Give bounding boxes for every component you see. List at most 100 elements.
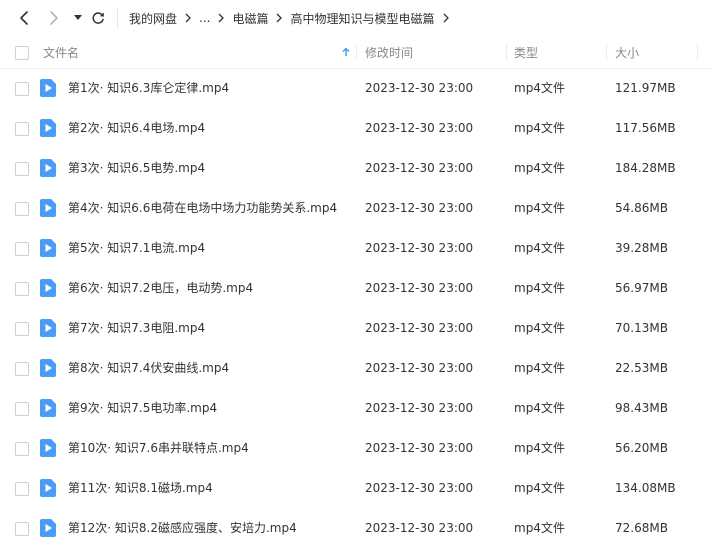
header-type[interactable]: 类型 (514, 36, 538, 68)
modified-time: 2023-12-30 23:00 (365, 481, 474, 495)
breadcrumb-separator-icon (185, 13, 191, 23)
file-size: 121.97MB (615, 81, 676, 95)
file-size: 22.53MB (615, 361, 668, 375)
file-type: mp4文件 (514, 521, 565, 535)
modified-time: 2023-12-30 23:00 (365, 121, 474, 135)
file-size: 56.20MB (615, 441, 668, 455)
row-checkbox[interactable] (15, 442, 29, 456)
video-file-icon (40, 319, 56, 337)
video-file-icon (40, 519, 56, 537)
file-size: 39.28MB (615, 241, 668, 255)
file-name[interactable]: 第10次· 知识7.6串并联特点.mp4 (68, 428, 249, 468)
file-size: 117.56MB (615, 121, 676, 135)
table-row[interactable]: 第11次· 知识8.1磁场.mp4 2023-12-30 23:00 mp4文件 13… (0, 468, 712, 508)
breadcrumb-current[interactable]: 高中物理知识与模型电磁篇 (290, 10, 434, 27)
caret-down-icon (74, 15, 82, 20)
table-row[interactable]: 第4次· 知识6.6电荷在电场中场力功能势关系.mp4 2023-12-30 23… (0, 188, 712, 228)
modified-time: 2023-12-30 23:00 (365, 161, 474, 175)
file-name[interactable]: 第5次· 知识7.1电流.mp4 (68, 228, 205, 268)
modified-time: 2023-12-30 23:00 (365, 281, 474, 295)
file-type: mp4文件 (514, 281, 565, 295)
modified-time: 2023-12-30 23:00 (365, 241, 474, 255)
breadcrumb-parent[interactable]: 电磁篇 (232, 10, 268, 27)
table-row[interactable]: 第6次· 知识7.2电压，电动势.mp4 2023-12-30 23:00 mp4文… (0, 268, 712, 308)
modified-time: 2023-12-30 23:00 (365, 321, 474, 335)
file-type: mp4文件 (514, 81, 565, 95)
table-row[interactable]: 第8次· 知识7.4伏安曲线.mp4 2023-12-30 23:00 mp4文件 2… (0, 348, 712, 388)
row-checkbox[interactable] (15, 482, 29, 496)
file-type: mp4文件 (514, 121, 565, 135)
table-row[interactable]: 第2次· 知识6.4电场.mp4 2023-12-30 23:00 mp4文件 117… (0, 108, 712, 148)
file-name[interactable]: 第12次· 知识8.2磁感应强度、安培力.mp4 (68, 508, 297, 548)
column-divider[interactable] (356, 44, 357, 60)
toolbar-divider (117, 8, 118, 28)
video-file-icon (40, 199, 56, 217)
modified-time: 2023-12-30 23:00 (365, 401, 474, 415)
video-file-icon (40, 159, 56, 177)
file-name[interactable]: 第11次· 知识8.1磁场.mp4 (68, 468, 213, 508)
row-checkbox[interactable] (15, 162, 29, 176)
chevron-right-icon (50, 11, 58, 25)
header-modified[interactable]: 修改时间 (365, 36, 413, 68)
file-type: mp4文件 (514, 321, 565, 335)
refresh-icon (92, 12, 104, 24)
table-row[interactable]: 第12次· 知识8.2磁感应强度、安培力.mp4 2023-12-30 23:00… (0, 508, 712, 548)
row-checkbox[interactable] (15, 402, 29, 416)
file-name[interactable]: 第2次· 知识6.4电场.mp4 (68, 108, 205, 148)
breadcrumb-expand-icon[interactable] (443, 13, 449, 23)
table-row[interactable]: 第9次· 知识7.5电功率.mp4 2023-12-30 23:00 mp4文件 98… (0, 388, 712, 428)
file-size: 56.97MB (615, 281, 668, 295)
file-name[interactable]: 第8次· 知识7.4伏安曲线.mp4 (68, 348, 229, 388)
row-checkbox[interactable] (15, 242, 29, 256)
row-checkbox[interactable] (15, 522, 29, 536)
forward-button[interactable] (44, 8, 64, 28)
file-size: 70.13MB (615, 321, 668, 335)
row-checkbox[interactable] (15, 82, 29, 96)
row-checkbox[interactable] (15, 322, 29, 336)
file-name[interactable]: 第7次· 知识7.3电阻.mp4 (68, 308, 205, 348)
file-size: 98.43MB (615, 401, 668, 415)
column-divider[interactable] (606, 44, 607, 60)
arrow-up-icon[interactable] (342, 46, 350, 60)
video-file-icon (40, 119, 56, 137)
file-size: 184.28MB (615, 161, 676, 175)
modified-time: 2023-12-30 23:00 (365, 81, 474, 95)
chevron-left-icon (20, 11, 28, 25)
table-row[interactable]: 第7次· 知识7.3电阻.mp4 2023-12-30 23:00 mp4文件 70.… (0, 308, 712, 348)
video-file-icon (40, 439, 56, 457)
row-checkbox[interactable] (15, 362, 29, 376)
file-name[interactable]: 第4次· 知识6.6电荷在电场中场力功能势关系.mp4 (68, 188, 337, 228)
refresh-button[interactable] (88, 8, 108, 28)
row-checkbox[interactable] (15, 282, 29, 296)
table-row[interactable]: 第10次· 知识7.6串并联特点.mp4 2023-12-30 23:00 mp4文… (0, 428, 712, 468)
file-name[interactable]: 第3次· 知识6.5电势.mp4 (68, 148, 205, 188)
video-file-icon (40, 79, 56, 97)
column-divider[interactable] (697, 44, 698, 60)
breadcrumb-root[interactable]: 我的网盘 (129, 10, 177, 27)
back-button[interactable] (14, 8, 34, 28)
video-file-icon (40, 279, 56, 297)
file-type: mp4文件 (514, 161, 565, 175)
file-type: mp4文件 (514, 201, 565, 215)
modified-time: 2023-12-30 23:00 (365, 201, 474, 215)
row-checkbox[interactable] (15, 202, 29, 216)
column-divider[interactable] (506, 44, 507, 60)
file-type: mp4文件 (514, 441, 565, 455)
file-name[interactable]: 第6次· 知识7.2电压，电动势.mp4 (68, 268, 253, 308)
breadcrumb-separator-icon (218, 13, 225, 23)
file-name[interactable]: 第1次· 知识6.3库仑定律.mp4 (68, 68, 229, 108)
modified-time: 2023-12-30 23:00 (365, 361, 474, 375)
table-row[interactable]: 第1次· 知识6.3库仑定律.mp4 2023-12-30 23:00 mp4文件 1… (0, 68, 712, 108)
file-type: mp4文件 (514, 241, 565, 255)
row-checkbox[interactable] (15, 122, 29, 136)
video-file-icon (40, 479, 56, 497)
table-row[interactable]: 第5次· 知识7.1电流.mp4 2023-12-30 23:00 mp4文件 39.… (0, 228, 712, 268)
select-all-checkbox[interactable] (15, 46, 29, 60)
file-name[interactable]: 第9次· 知识7.5电功率.mp4 (68, 388, 217, 428)
header-size[interactable]: 大小 (615, 36, 639, 68)
table-row[interactable]: 第3次· 知识6.5电势.mp4 2023-12-30 23:00 mp4文件 184… (0, 148, 712, 188)
breadcrumb-ellipsis[interactable]: ... (199, 11, 210, 25)
history-dropdown-button[interactable] (68, 8, 88, 28)
header-name[interactable]: 文件名 (43, 36, 79, 68)
video-file-icon (40, 359, 56, 377)
